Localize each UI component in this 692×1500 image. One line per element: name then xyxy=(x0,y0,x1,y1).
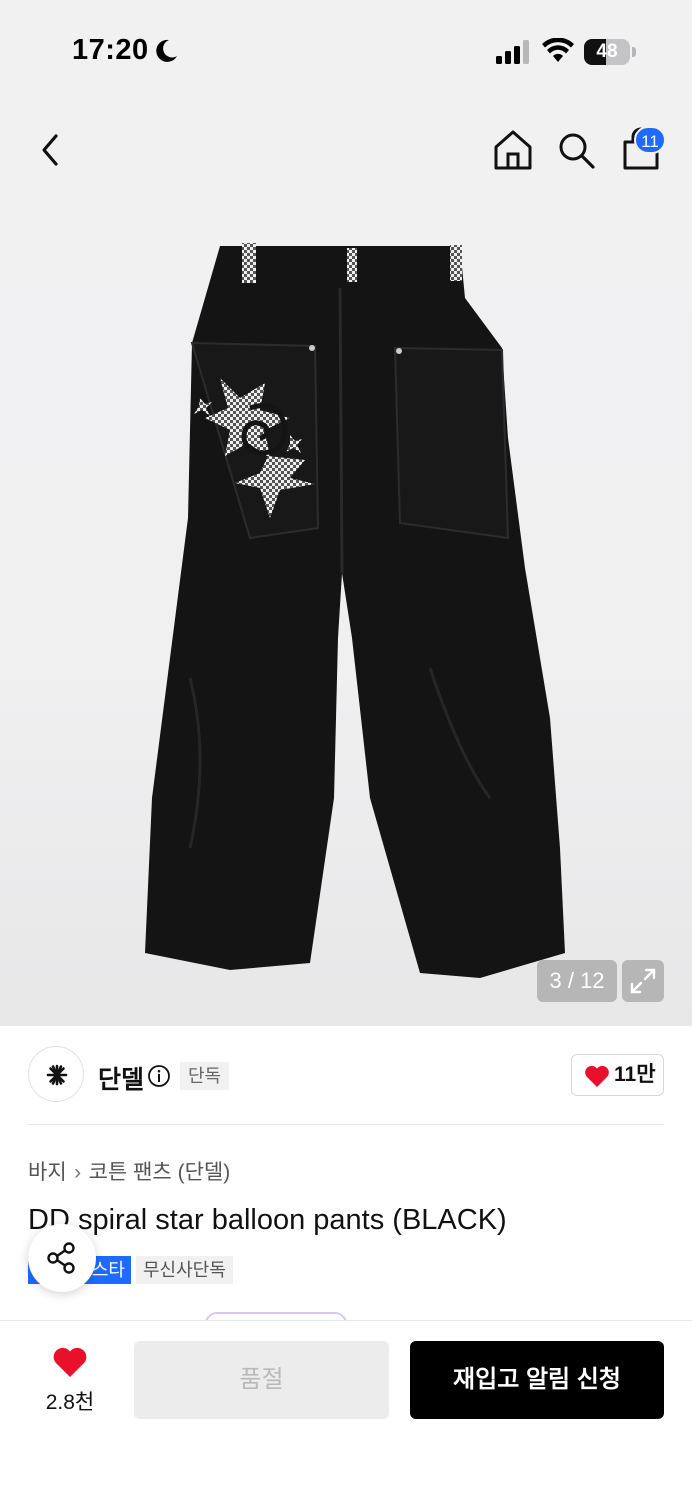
signal-icon xyxy=(496,40,529,64)
breadcrumb-item[interactable]: 코튼 팬츠 (단델) xyxy=(89,1161,231,1184)
expand-image-button[interactable] xyxy=(622,960,664,1002)
expand-icon xyxy=(630,968,656,994)
asterisk-logo-icon xyxy=(46,1064,68,1086)
moon-icon xyxy=(156,39,177,62)
share-icon xyxy=(47,1242,75,1274)
home-icon[interactable] xyxy=(492,128,534,172)
battery-level: 48 xyxy=(596,41,618,62)
restock-alert-button[interactable]: 재입고 알림 신청 xyxy=(410,1341,664,1419)
brand-like-button[interactable]: 11만 xyxy=(571,1054,664,1096)
exclusive-badge: 단독 xyxy=(180,1062,230,1090)
brand-like-count: 11만 xyxy=(614,1063,656,1086)
wishlist-heart-icon[interactable] xyxy=(52,1346,88,1378)
product-title: DD spiral star balloon pants (BLACK) xyxy=(28,1204,507,1236)
chevron-right-icon: › xyxy=(74,1161,82,1184)
wifi-icon xyxy=(542,38,574,62)
soldout-button[interactable]: 품절 xyxy=(134,1341,389,1419)
image-counter: 3 / 12 xyxy=(537,960,617,1002)
search-icon[interactable] xyxy=(556,130,596,170)
heart-icon xyxy=(585,1065,609,1087)
breadcrumb: 바지 › 코튼 팬츠 (단델) xyxy=(28,1156,230,1186)
breadcrumb-item[interactable]: 바지 xyxy=(28,1161,67,1184)
info-icon[interactable] xyxy=(147,1064,171,1088)
brand-logo[interactable] xyxy=(28,1046,84,1102)
product-photo xyxy=(145,243,565,978)
share-button[interactable] xyxy=(28,1224,96,1292)
battery-indicator: 48 xyxy=(584,39,636,65)
product-tag: 무신사단독 xyxy=(136,1256,233,1284)
back-icon[interactable] xyxy=(34,130,68,170)
status-bar: 17:20 48 xyxy=(0,0,692,100)
brand-name[interactable]: 단델 xyxy=(98,1060,144,1096)
brand-row: 단델 단독 11만 xyxy=(0,1026,692,1126)
divider xyxy=(28,1124,664,1125)
cart-count-badge: 11 xyxy=(634,126,666,154)
wishlist-count: 2.8천 xyxy=(45,1391,95,1414)
status-time: 17:20 xyxy=(72,34,149,66)
